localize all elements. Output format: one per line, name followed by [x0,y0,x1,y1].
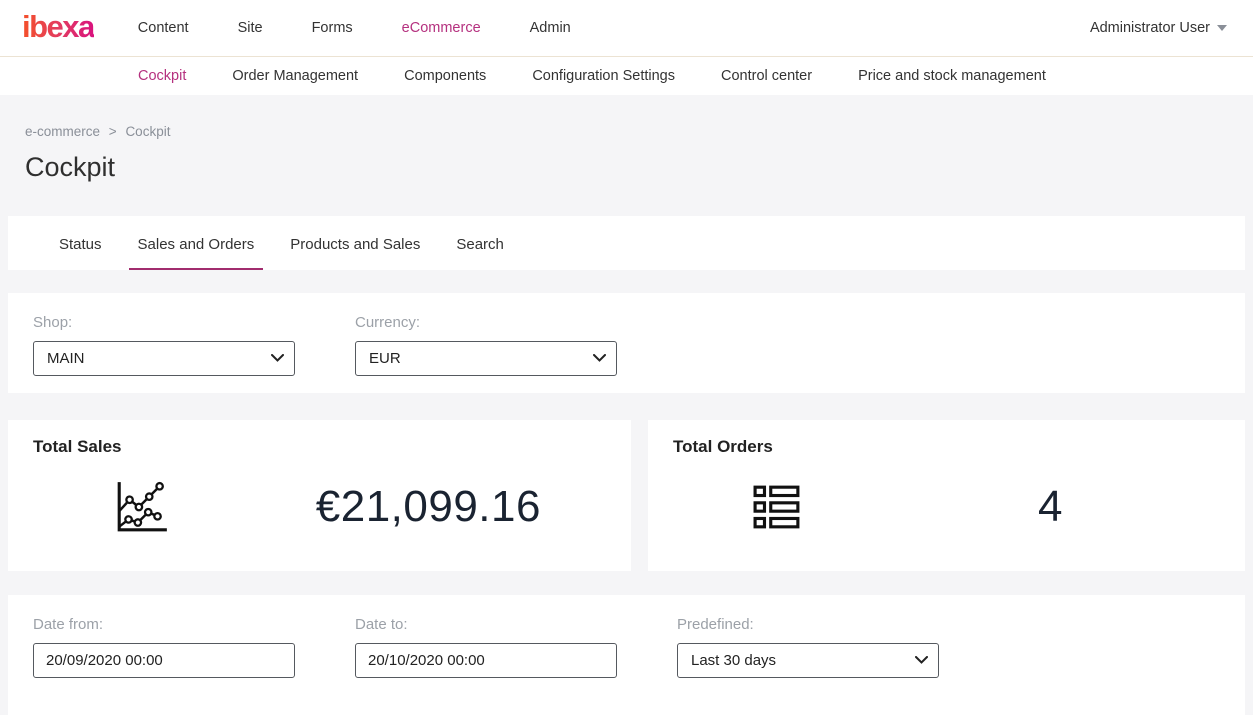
date-to-field: Date to: [355,616,677,715]
tab-search[interactable]: Search [447,236,513,270]
ecommerce-sub-nav: Cockpit Order Management Components Conf… [0,57,1253,95]
shop-select[interactable]: MAIN [33,341,295,376]
breadcrumb-parent[interactable]: e-commerce [25,124,100,139]
subnav-item-price-stock-management[interactable]: Price and stock management [858,68,1046,84]
nav-item-site[interactable]: Site [238,20,263,36]
subnav-item-order-management[interactable]: Order Management [232,68,358,84]
currency-field: Currency: EUR [355,314,677,393]
total-sales-card: Total Sales [8,420,631,571]
nav-item-content[interactable]: Content [138,20,189,36]
top-nav: ibexa Content Site Forms eCommerce Admin… [0,0,1253,57]
tab-products-and-sales[interactable]: Products and Sales [281,236,429,270]
predefined-field: Predefined: Last 30 days [677,616,999,715]
total-sales-value: €21,099.16 [251,482,606,532]
nav-item-admin[interactable]: Admin [530,20,571,36]
ibexa-logo[interactable]: ibexa [22,11,94,46]
page-title: Cockpit [25,152,1245,183]
order-list-icon [673,485,881,529]
tab-status[interactable]: Status [50,236,111,270]
currency-label: Currency: [355,314,677,331]
subnav-item-control-center[interactable]: Control center [721,68,812,84]
date-from-input[interactable] [33,643,295,678]
total-sales-title: Total Sales [33,437,606,457]
date-from-field: Date from: [33,616,355,715]
total-orders-title: Total Orders [673,437,1220,457]
date-from-label: Date from: [33,616,355,633]
subnav-item-configuration-settings[interactable]: Configuration Settings [532,68,675,84]
user-menu[interactable]: Administrator User [1090,20,1227,36]
tab-bar: Status Sales and Orders Products and Sal… [8,216,1245,270]
total-orders-card: Total Orders 4 [648,420,1245,571]
date-to-label: Date to: [355,616,677,633]
nav-item-ecommerce[interactable]: eCommerce [402,20,481,36]
breadcrumb-separator: > [109,124,117,139]
line-chart-icon [33,479,251,535]
main-menu: Content Site Forms eCommerce Admin [138,20,571,36]
tab-sales-and-orders[interactable]: Sales and Orders [129,236,264,270]
chevron-down-icon [1217,25,1227,31]
page-content: e-commerce > Cockpit Cockpit Status Sale… [0,124,1253,715]
shop-field: Shop: MAIN [33,314,355,393]
subnav-item-cockpit[interactable]: Cockpit [138,68,186,84]
shop-label: Shop: [33,314,355,331]
predefined-range-select[interactable]: Last 30 days [677,643,939,678]
subnav-item-components[interactable]: Components [404,68,486,84]
date-to-input[interactable] [355,643,617,678]
nav-item-forms[interactable]: Forms [312,20,353,36]
predefined-label: Predefined: [677,616,999,633]
user-menu-label: Administrator User [1090,20,1210,36]
breadcrumb: e-commerce > Cockpit [25,124,1245,139]
date-filter-panel: Date from: Date to: Predefined: Last 30 … [8,595,1245,715]
total-orders-value: 4 [881,482,1220,532]
metric-cards-row: Total Sales [8,420,1245,571]
breadcrumb-current: Cockpit [125,124,170,139]
currency-select[interactable]: EUR [355,341,617,376]
shop-currency-panel: Shop: MAIN Currency: EUR [8,293,1245,393]
